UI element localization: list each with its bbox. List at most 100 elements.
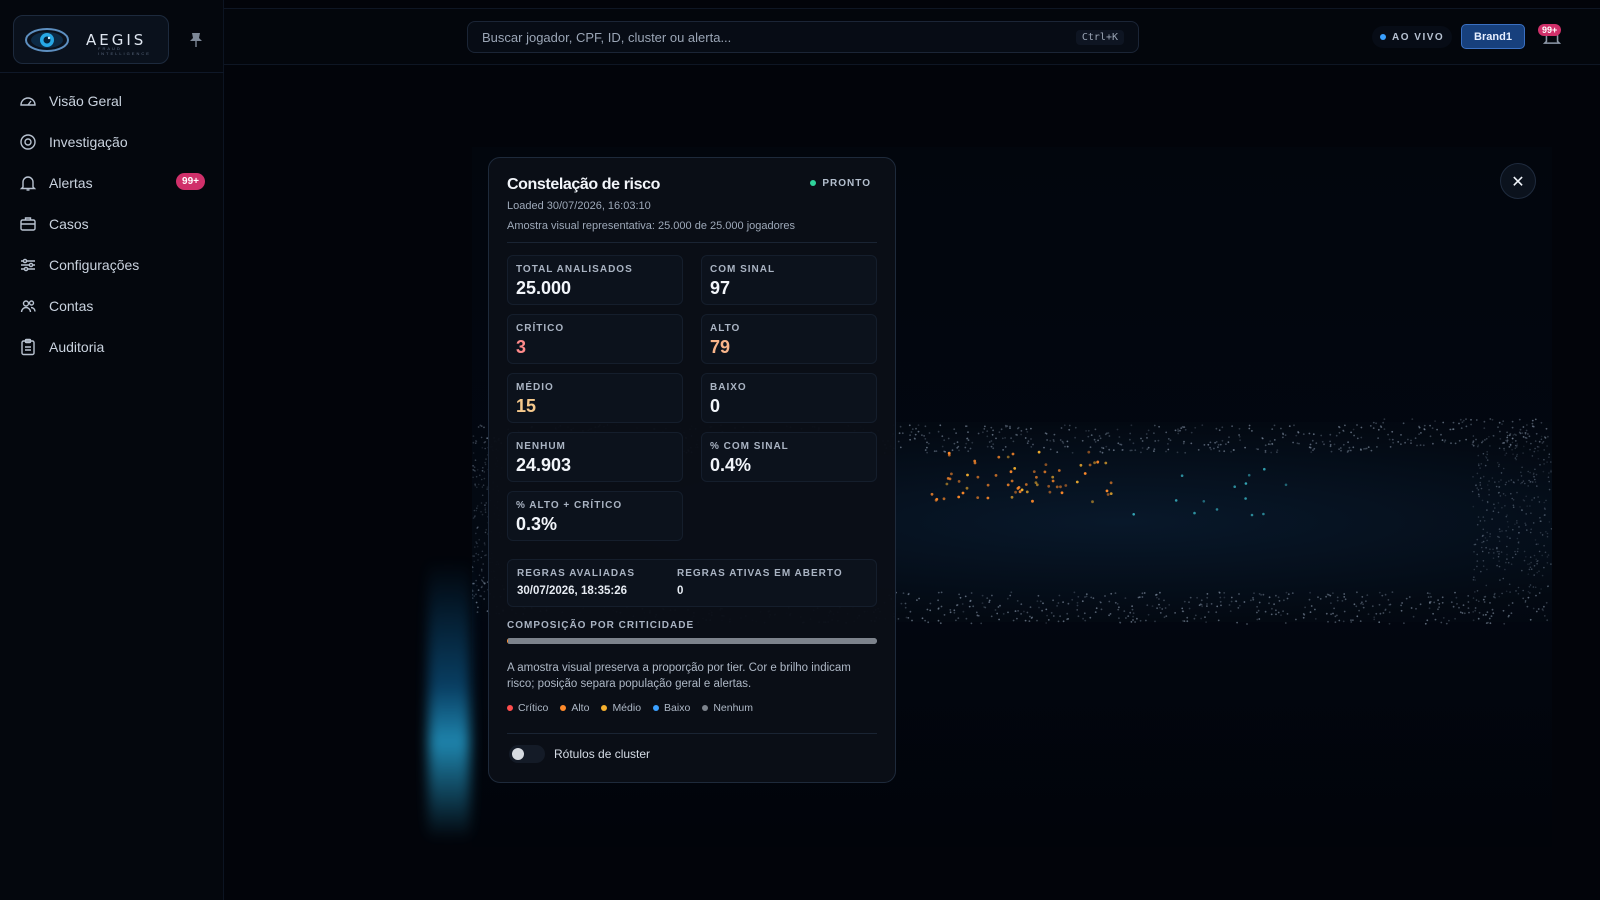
sidebar-divider [0, 72, 224, 73]
sample-description: Amostra visual representativa: 25.000 de… [507, 220, 796, 232]
panel-title: Constelação de risco [507, 176, 660, 193]
cluster-labels-toggle[interactable] [509, 745, 545, 763]
stat-label: MÉDIO [516, 382, 554, 393]
sidebar-item-label: Investigação [49, 133, 128, 150]
legend: Crítico Alto Médio Baixo Nenhum [507, 702, 753, 714]
brand-selector-button[interactable]: Brand1 [1461, 24, 1525, 49]
legend-item-medio: Médio [601, 702, 641, 714]
glow-beam [428, 560, 470, 840]
legend-dot [601, 705, 608, 711]
notification-badge: 99+ [1538, 24, 1562, 36]
legend-label: Médio [612, 702, 642, 714]
composition-segment [508, 638, 877, 644]
sidebar-item-auditoria[interactable]: Auditoria [0, 326, 224, 367]
status-label: PRONTO [822, 177, 871, 189]
stat-label: COM SINAL [710, 264, 776, 275]
legend-label: Crítico [518, 702, 549, 714]
brand-tagline: FRAUD INTELLIGENCE [98, 46, 151, 56]
legend-item-baixo: Baixo [653, 702, 690, 714]
sidebar-item-label: Contas [49, 297, 94, 314]
rule-value: 30/07/2026, 18:35:26 [517, 585, 627, 597]
clipboard-icon [21, 338, 35, 355]
sidebar-item-alertas[interactable]: Alertas 99+ [0, 162, 224, 203]
target-icon [20, 133, 36, 150]
panel-divider [507, 733, 877, 734]
sidebar-item-label: Configurações [49, 256, 140, 273]
legend-item-critico: Crítico [507, 702, 548, 714]
stat-value: 79 [710, 337, 731, 357]
eye-icon [25, 27, 69, 52]
search-box[interactable]: Ctrl+K [467, 21, 1139, 53]
stat-nenhum: NENHUM 24.903 [507, 432, 683, 482]
sidebar-item-configuracoes[interactable]: Configurações [0, 244, 224, 285]
stat-value: 24.903 [516, 455, 572, 475]
stat-value: 97 [710, 278, 731, 298]
users-icon [20, 299, 36, 312]
stat-medio: MÉDIO 15 [507, 373, 683, 423]
status-badge: PRONTO [804, 174, 877, 192]
stat-label: NENHUM [516, 441, 566, 452]
status-dot [810, 180, 817, 186]
search-shortcut: Ctrl+K [1075, 29, 1124, 45]
stat-label: ALTO [710, 323, 741, 334]
topbar: Ctrl+K AO VIVO Brand1 99+ [224, 8, 1600, 65]
alert-count-badge: 99+ [176, 173, 205, 190]
sidebar-item-visao-geral[interactable]: Visão Geral [0, 80, 224, 121]
cluster-labels-label: Rótulos de cluster [554, 747, 651, 761]
stat-value: 3 [516, 337, 527, 357]
legend-item-alto: Alto [560, 702, 589, 714]
stat-com-sinal: COM SINAL 97 [701, 255, 877, 305]
rules-summary: REGRAS AVALIADAS 30/07/2026, 18:35:26 RE… [507, 559, 877, 607]
search-input[interactable] [482, 29, 1076, 45]
stat-label: % COM SINAL [710, 441, 789, 452]
rule-value: 0 [677, 585, 684, 597]
rules-evaluated: REGRAS AVALIADAS 30/07/2026, 18:35:26 [517, 568, 635, 597]
legend-dot [560, 705, 567, 711]
toggle-knob [512, 748, 524, 760]
rules-open: REGRAS ATIVAS EM ABERTO 0 [677, 568, 843, 597]
legend-dot [507, 705, 513, 711]
sidebar-item-label: Auditoria [49, 338, 105, 355]
stat-value: 0 [710, 396, 721, 416]
legend-label: Alto [571, 702, 590, 714]
composition-bar [507, 638, 877, 644]
stat-label: TOTAL ANALISADOS [516, 264, 633, 275]
legend-label: Nenhum [713, 702, 754, 714]
rule-label: REGRAS ATIVAS EM ABERTO [677, 568, 843, 579]
stat-value: 0.4% [710, 455, 752, 475]
sidebar: AEGIS FRAUD INTELLIGENCE Visão Geral Inv… [0, 0, 224, 900]
legend-dot [653, 705, 660, 711]
live-label: AO VIVO [1392, 31, 1445, 43]
stat-alto: ALTO 79 [701, 314, 877, 364]
legend-label: Baixo [664, 702, 691, 714]
stat-value: 25.000 [516, 278, 572, 298]
legend-item-nenhum: Nenhum [702, 702, 753, 714]
pin-icon[interactable] [189, 32, 203, 48]
stat-critico: CRÍTICO 3 [507, 314, 683, 364]
sidebar-item-contas[interactable]: Contas [0, 285, 224, 326]
stat-label: CRÍTICO [516, 323, 565, 334]
sidebar-item-investigacao[interactable]: Investigação [0, 121, 224, 162]
gauge-icon [20, 96, 36, 106]
live-indicator: AO VIVO [1372, 26, 1453, 48]
stat-total-analisados: TOTAL ANALISADOS 25.000 [507, 255, 683, 305]
stat-value: 15 [516, 396, 537, 416]
composition-note: A amostra visual preserva a proporção po… [507, 662, 851, 690]
legend-dot [702, 705, 709, 711]
live-dot [1380, 34, 1386, 40]
stat-label: % ALTO + CRÍTICO [516, 500, 623, 511]
risk-constellation-panel: Constelação de risco PRONTO Loaded 30/07… [488, 157, 896, 783]
bell-icon [19, 175, 37, 191]
sidebar-item-casos[interactable]: Casos [0, 203, 224, 244]
sidebar-item-label: Alertas [49, 174, 93, 191]
stat-value: 0.3% [516, 514, 558, 534]
stat-baixo: BAIXO 0 [701, 373, 877, 423]
stat-label: BAIXO [710, 382, 747, 393]
close-button[interactable]: ✕ [1500, 163, 1536, 199]
sidebar-item-label: Visão Geral [49, 92, 122, 109]
panel-divider [507, 242, 877, 243]
sidebar-item-label: Casos [49, 215, 89, 232]
stat-pct-alto-critico: % ALTO + CRÍTICO 0.3% [507, 491, 683, 541]
brand-logo[interactable]: AEGIS FRAUD INTELLIGENCE [13, 15, 169, 64]
composition-title: COMPOSIÇÃO POR CRITICIDADE [507, 620, 695, 631]
